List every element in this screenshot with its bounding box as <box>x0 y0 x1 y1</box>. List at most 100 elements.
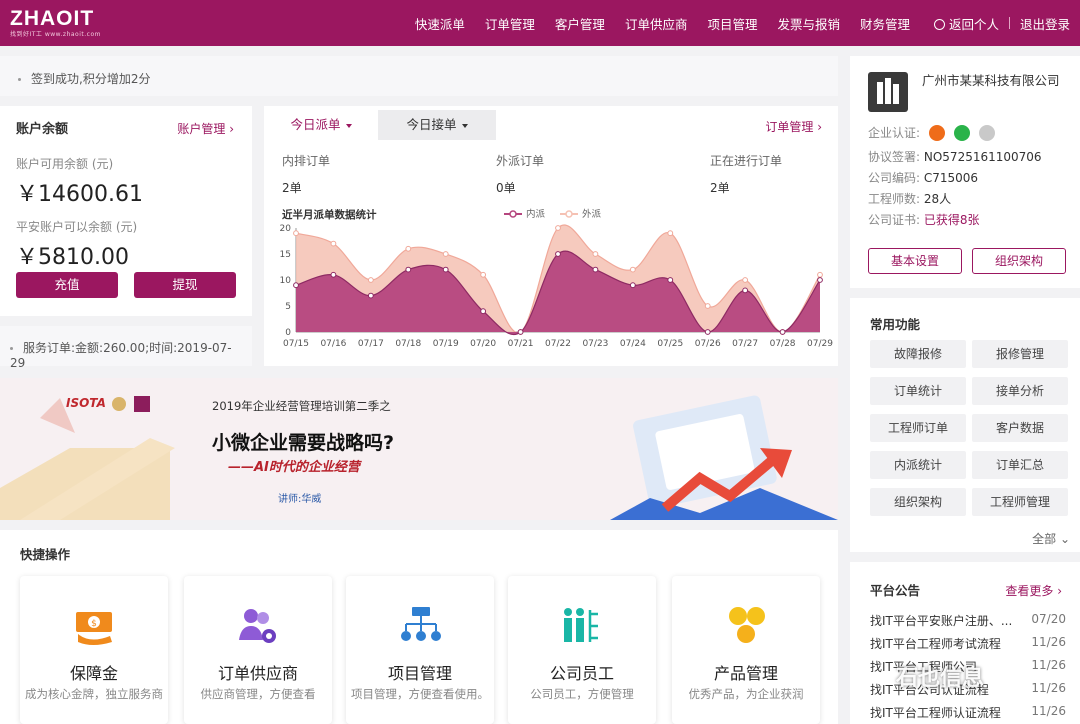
tab-today-dispatch[interactable]: 今日派单 <box>264 110 378 140</box>
nav-quick-dispatch[interactable]: 快速派单 <box>415 14 465 33</box>
card-title: 项目管理 <box>387 664 452 683</box>
view-more-link[interactable]: 查看更多 › <box>1005 582 1062 599</box>
card-title: 订单供应商 <box>217 664 298 683</box>
x-tick-label: 07/21 <box>508 339 534 349</box>
func-order-summary[interactable]: 订单汇总 <box>972 451 1068 479</box>
announcement-title: 找IT平台平安账户注册、... <box>870 614 1013 628</box>
recharge-button[interactable]: 充值 <box>16 272 118 298</box>
data-point <box>293 282 299 289</box>
back-personal-link[interactable]: 返回个人 <box>933 14 999 33</box>
balance-panel: 账户余额 账户管理 › 账户可用余额 (元) ￥14600.61 平安账户可以余… <box>0 106 252 316</box>
card-desc: 优秀产品，为企业获润 <box>688 687 804 701</box>
cert-shield-icon <box>978 125 995 141</box>
func-customer-data[interactable]: 客户数据 <box>972 414 1068 442</box>
announcement-item[interactable]: 找IT平台工程师认证流程 11/26 <box>870 704 1066 724</box>
quick-card-supplier[interactable]: 订单供应商 供应商管理，方便查看 <box>184 576 332 724</box>
basic-settings-button[interactable]: 基本设置 <box>868 248 962 274</box>
divider <box>1008 17 1010 29</box>
y-tick-label: 10 <box>280 276 292 286</box>
logout-link[interactable]: 退出登录 <box>1020 14 1070 33</box>
announcements-title: 平台公告 <box>870 583 921 598</box>
func-order-stats[interactable]: 订单统计 <box>870 377 966 405</box>
data-point <box>517 329 524 335</box>
stat-label: 内排订单 <box>282 154 331 168</box>
common-functions: 常用功能 故障报修 报修管理 订单统计 接单分析 工程师订单 客户数据 内派统计… <box>850 298 1080 552</box>
show-all-link[interactable]: 全部 ⌄ <box>1032 530 1070 547</box>
nav-order-management[interactable]: 订单管理 <box>485 14 535 33</box>
x-tick-label: 07/22 <box>545 339 571 349</box>
x-tick-label: 07/18 <box>395 339 421 349</box>
back-personal-label: 返回个人 <box>948 16 999 32</box>
data-point <box>817 277 823 283</box>
agreement-value: NO5725161100706 <box>923 150 1042 164</box>
announcement-item[interactable]: 找IT平台平安账户注册、... 07/20 <box>870 612 1066 632</box>
card-title: 公司员工 <box>549 664 614 683</box>
func-engineer-management[interactable]: 工程师管理 <box>972 488 1068 516</box>
orders-panel: 今日派单 今日接单 订单管理 › 内排订单 2单 外派订单 0单 正在进行订单 … <box>264 106 838 366</box>
stat-value: 0单 <box>496 181 516 195</box>
top-bar: ZHAOIT 找到好IT工 www.zhaoit.com 快速派单 订单管理 客… <box>0 0 1080 46</box>
quick-card-staff[interactable]: 公司员工 公司员工，方便管理 <box>508 576 656 724</box>
order-manage-label: 订单管理 <box>765 120 814 134</box>
func-fault-report[interactable]: 故障报修 <box>870 340 966 368</box>
code-row: 公司编码: C715006 <box>868 169 978 186</box>
promo-banner[interactable]: ISOTA 2019年企业经营管理培训第二季之 小微企业需要战略吗? ——AI时… <box>0 378 838 520</box>
svg-text:$: $ <box>91 619 97 629</box>
banner-subtitle: 2019年企业经营管理培训第二季之 <box>212 399 391 413</box>
latest-order-note: 服务订单:金额:260.00;时间:2019-07-29 <box>0 326 252 370</box>
caret-down-icon <box>345 123 352 128</box>
nav-project-management[interactable]: 项目管理 <box>707 14 757 33</box>
data-point <box>293 230 299 237</box>
withdraw-button[interactable]: 提现 <box>134 272 236 298</box>
data-point <box>592 266 599 273</box>
org-structure-button[interactable]: 组织架构 <box>972 248 1066 274</box>
data-point <box>704 303 711 309</box>
supplier-icon <box>239 609 276 643</box>
show-all-label: 全部 <box>1032 532 1057 546</box>
tab-today-receive[interactable]: 今日接单 <box>378 110 496 140</box>
nav-finance[interactable]: 财务管理 <box>860 14 910 33</box>
func-engineer-orders[interactable]: 工程师订单 <box>870 414 966 442</box>
x-tick-label: 07/19 <box>433 339 459 349</box>
func-internal-stats[interactable]: 内派统计 <box>870 451 966 479</box>
nav-customer-management[interactable]: 客户管理 <box>555 14 605 33</box>
x-tick-label: 07/15 <box>283 339 309 349</box>
quick-card-project[interactable]: 项目管理 项目管理，方便查看使用。 <box>346 576 494 724</box>
x-tick-label: 07/16 <box>320 339 346 349</box>
announcement-date: 07/20 <box>1031 612 1066 626</box>
user-icon <box>933 18 945 30</box>
func-repair-management[interactable]: 报修管理 <box>972 340 1068 368</box>
x-tick-label: 07/25 <box>657 339 683 349</box>
signin-notice: 签到成功,积分增加2分 <box>0 56 838 96</box>
y-tick-label: 5 <box>285 302 291 312</box>
func-order-analysis[interactable]: 接单分析 <box>972 377 1068 405</box>
stat-in-progress: 正在进行订单 2单 <box>710 152 782 196</box>
data-point <box>667 277 674 283</box>
nav-invoice[interactable]: 发票与报销 <box>777 14 840 33</box>
x-tick-label: 07/28 <box>770 339 796 349</box>
logo-tagline: 找到好IT工 www.zhaoit.com <box>10 31 101 38</box>
quick-card-product[interactable]: 产品管理 优秀产品，为企业获润 <box>672 576 820 724</box>
certbook-value[interactable]: 已获得8张 <box>924 213 980 227</box>
engineers-value: 28人 <box>923 192 952 206</box>
quick-actions: 快捷操作 $ 保障金 成为核心金牌，独立服务商 订单供应商 供应商管理，方便查看… <box>0 530 838 724</box>
announcement-title: 找IT平台工程师考试流程 <box>870 637 1001 651</box>
logo[interactable]: ZHAOIT 找到好IT工 www.zhaoit.com <box>10 7 101 38</box>
stat-label: 正在进行订单 <box>710 154 783 168</box>
quick-card-deposit[interactable]: $ 保障金 成为核心金牌，独立服务商 <box>20 576 168 724</box>
certbook-label: 公司证书: <box>868 213 921 227</box>
account-manage-link[interactable]: 账户管理 › <box>177 120 234 137</box>
order-manage-link[interactable]: 订单管理 › <box>765 118 822 135</box>
data-point <box>629 282 636 289</box>
cert-label: 企业认证: <box>868 126 921 140</box>
engineers-label: 工程师数: <box>868 192 921 206</box>
func-org-structure[interactable]: 组织架构 <box>870 488 966 516</box>
stat-label: 外派订单 <box>496 154 545 168</box>
announcement-item[interactable]: 找IT平台工程师考试流程 11/26 <box>870 635 1066 655</box>
agreement-label: 协议签署: <box>868 150 921 164</box>
announcement-date: 11/26 <box>1031 635 1066 649</box>
data-point <box>704 329 711 335</box>
nav-order-supplier[interactable]: 订单供应商 <box>625 14 688 33</box>
announcement-date: 11/26 <box>1031 704 1066 718</box>
data-point <box>442 266 449 273</box>
